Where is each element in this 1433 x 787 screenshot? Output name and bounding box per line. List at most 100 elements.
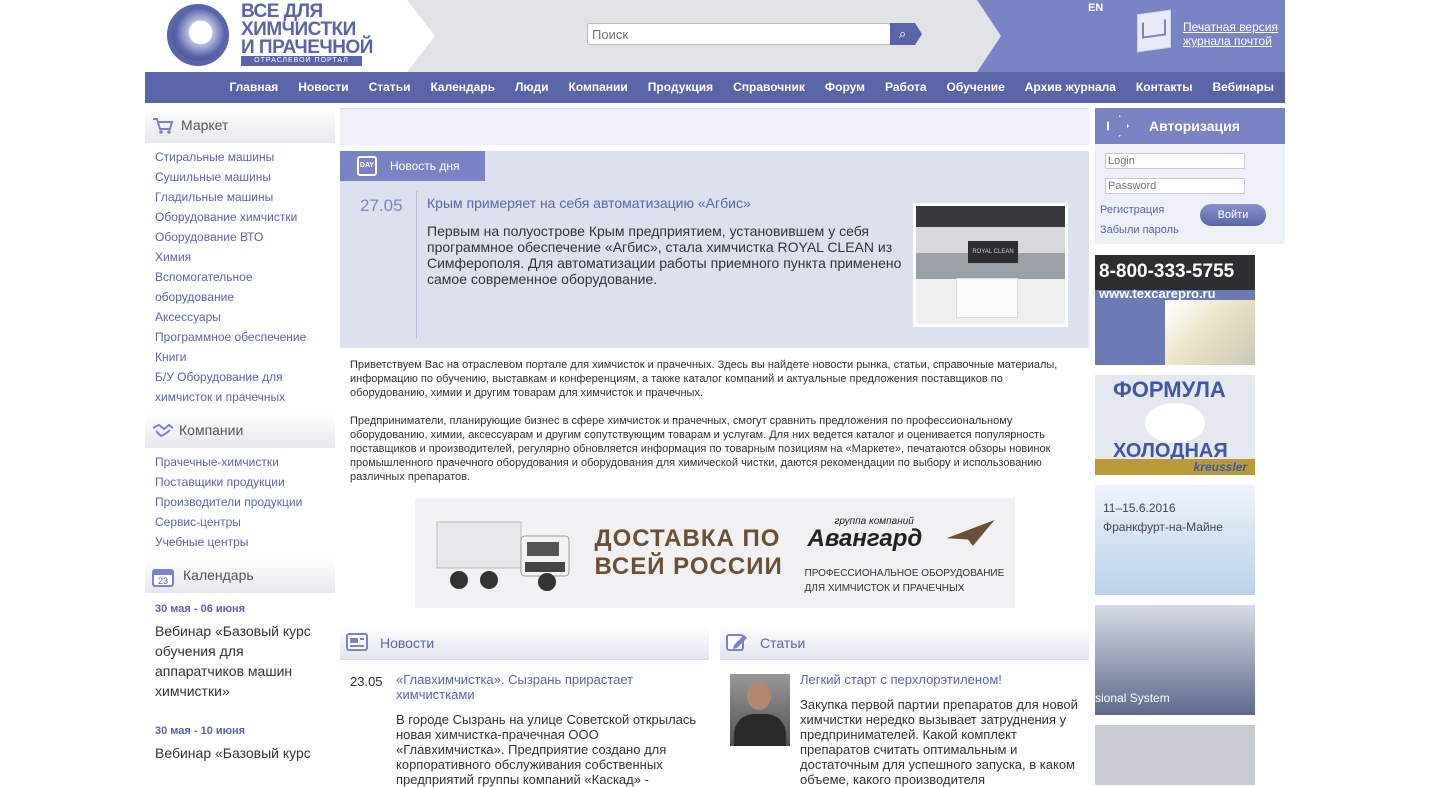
- market-item[interactable]: Химия: [155, 247, 335, 267]
- nav-item-calendar[interactable]: Календарь: [430, 72, 495, 103]
- news-header[interactable]: Новости: [340, 625, 709, 660]
- market-item[interactable]: Программное обеспечение: [155, 327, 335, 347]
- header: ВСЕ ДЛЯ ХИМЧИСТКИ И ПРАЧЕЧНОЙ ОТРАСЛЕВОЙ…: [145, 0, 1285, 72]
- calendar-event[interactable]: 30 мая - 06 июня Вебинар «Базовый курс о…: [145, 593, 335, 701]
- market-item[interactable]: химчисток и прачечных: [155, 387, 335, 407]
- handshake-icon: [152, 423, 174, 438]
- intro-text: Приветствуем Вас на отраслевом портале д…: [340, 348, 1089, 484]
- pen-note-icon: [726, 634, 747, 651]
- calendar-title: Календарь: [183, 567, 254, 583]
- equipment-ad[interactable]: [1095, 725, 1255, 785]
- articles-header[interactable]: Статьи: [720, 625, 1089, 660]
- author-photo[interactable]: [730, 674, 790, 746]
- search-icon: ⌕: [899, 26, 907, 41]
- companies-item[interactable]: Прачечные-химчистки: [155, 452, 335, 472]
- truck-icon: [436, 521, 569, 591]
- nav-item-people[interactable]: Люди: [515, 72, 549, 103]
- nav-item-jobs[interactable]: Работа: [885, 72, 927, 103]
- kreussler-ad[interactable]: ФОРМУЛА ХОЛОДНАЯ kreussler: [1095, 375, 1255, 475]
- print-version-link[interactable]: Печатная версия журнала почтой: [1183, 20, 1278, 48]
- main-nav: Главная Новости Статьи Календарь Люди Ко…: [145, 72, 1285, 103]
- market-item[interactable]: Оборудование химчистки: [155, 207, 335, 227]
- market-item[interactable]: Сушильные машины: [155, 167, 335, 187]
- market-header[interactable]: Маркет: [145, 108, 335, 143]
- companies-item[interactable]: Поставщики продукции: [155, 472, 335, 492]
- ad-dates: 11–15.6.2016: [1103, 501, 1176, 515]
- sheet-image: [1165, 300, 1255, 365]
- language-switch[interactable]: EN: [1088, 2, 1103, 14]
- forgot-password-link[interactable]: Забыли пароль: [1100, 224, 1179, 236]
- calendar-icon: 23: [152, 569, 174, 587]
- logo-emblem-icon: [167, 4, 229, 66]
- nav-item-news[interactable]: Новости: [298, 72, 348, 103]
- market-item[interactable]: Б/У Оборудование для: [155, 367, 335, 387]
- face-shape: [747, 682, 771, 710]
- market-item[interactable]: Вспомогательное: [155, 267, 335, 287]
- print-link-line-2: журнала почтой: [1183, 34, 1272, 48]
- companies-item[interactable]: Учебные центры: [155, 532, 335, 552]
- event-date: 30 мая - 10 июня: [155, 725, 246, 737]
- news-of-day-title[interactable]: Крым примеряет на себя автоматизацию «Аг…: [427, 195, 751, 211]
- logo-text: ВСЕ ДЛЯ ХИМЧИСТКИ И ПРАЧЕЧНОЙ: [241, 2, 373, 58]
- market-item[interactable]: Стиральные машины: [155, 147, 335, 167]
- companies-title: Компании: [179, 422, 244, 438]
- nav-item-directory[interactable]: Справочник: [733, 72, 805, 103]
- companies-item[interactable]: Производители продукции: [155, 492, 335, 512]
- nav-item-companies[interactable]: Компании: [569, 72, 628, 103]
- login-button[interactable]: Войти: [1200, 204, 1266, 226]
- reception-desk: [956, 278, 1018, 318]
- news-of-day: DAY Новость дня 27.05 Крым примеряет на …: [340, 151, 1089, 348]
- store-sign: ROYAL CLEAN: [968, 241, 1018, 263]
- nav-item-articles[interactable]: Статьи: [369, 72, 411, 103]
- texcare-ad[interactable]: 8-800-333-5755 www.texcarepro.ru: [1095, 255, 1255, 365]
- market-item[interactable]: Книги: [155, 347, 335, 367]
- ad-formula: ФОРМУЛА: [1113, 377, 1226, 402]
- paper-plane-icon: [946, 520, 995, 546]
- market-item[interactable]: Оборудование ВТО: [155, 227, 335, 247]
- login-input[interactable]: [1105, 153, 1245, 169]
- news-excerpt: В городе Сызрань на улице Советской откр…: [396, 712, 697, 787]
- market-menu: Стиральные машины Сушильные машины Глади…: [145, 143, 335, 411]
- ad-city: Франкфурт-на-Майне: [1103, 520, 1223, 534]
- ad-website: www.texcarepro.ru: [1099, 286, 1216, 301]
- companies-header[interactable]: Компании: [145, 413, 335, 448]
- avangard-banner[interactable]: ДОСТАВКА ПО ВСЕЙ РОССИИ группа компаний …: [414, 498, 1015, 608]
- event-title[interactable]: Вебинар «Базовый курс: [155, 743, 325, 763]
- article-excerpt: Закупка первой партии препаратов для нов…: [800, 697, 1078, 787]
- password-input[interactable]: [1105, 178, 1245, 194]
- news-of-day-image[interactable]: ROYAL CLEAN: [913, 203, 1068, 327]
- search-input[interactable]: [588, 24, 886, 44]
- market-item[interactable]: Аксессуары: [155, 307, 335, 327]
- companies-menu: Прачечные-химчистки Поставщики продукции…: [145, 448, 335, 556]
- nav-item-products[interactable]: Продукция: [648, 72, 713, 103]
- nav-item-webinars[interactable]: Вебинары: [1213, 72, 1274, 103]
- day-icon: DAY: [357, 156, 377, 176]
- market-item[interactable]: оборудование: [155, 287, 335, 307]
- article-headline[interactable]: Легкий старт с перхлорэтиленом!: [800, 672, 1089, 687]
- market-item[interactable]: Гладильные машины: [155, 187, 335, 207]
- nav-item-contacts[interactable]: Контакты: [1136, 72, 1193, 103]
- nav-item-training[interactable]: Обучение: [947, 72, 1005, 103]
- laundry-system-ad[interactable]: sional System: [1095, 605, 1255, 715]
- register-link[interactable]: Регистрация: [1100, 204, 1164, 216]
- logo[interactable]: ВСЕ ДЛЯ ХИМЧИСТКИ И ПРАЧЕЧНОЙ ОТРАСЛЕВОЙ…: [145, 0, 407, 72]
- event-title[interactable]: Вебинар «Базовый курс обучения для аппар…: [155, 621, 325, 701]
- texcare-fair-ad[interactable]: 11–15.6.2016 Франкфурт-на-Майне: [1095, 485, 1255, 595]
- logo-line-3: И ПРАЧЕЧНОЙ: [241, 37, 373, 58]
- search-button[interactable]: ⌕: [890, 23, 922, 45]
- nav-item-forum[interactable]: Форум: [825, 72, 865, 103]
- calendar-header[interactable]: 23 Календарь: [145, 558, 335, 593]
- nav-item-archive[interactable]: Архив журнала: [1025, 72, 1116, 103]
- magazine-envelope-icon[interactable]: [1137, 9, 1171, 53]
- calendar-event[interactable]: 30 мая - 10 июня Вебинар «Базовый курс: [145, 701, 335, 763]
- search-box: [587, 23, 891, 45]
- companies-item[interactable]: Сервис-центры: [155, 512, 335, 532]
- news-headline[interactable]: «Главхимчистка». Сызрань прирастает химч…: [396, 672, 709, 702]
- right-sidebar: Авторизация Регистрация Забыли пароль Во…: [1095, 108, 1285, 785]
- page: ВСЕ ДЛЯ ХИМЧИСТКИ И ПРАЧЕЧНОЙ ОТРАСЛЕВОЙ…: [145, 0, 1285, 787]
- list-item: 23.05 «Главхимчистка». Сызрань прирастае…: [340, 660, 709, 787]
- banner-line-1: ДОСТАВКА ПО: [594, 525, 781, 552]
- banner-headline: ДОСТАВКА ПО ВСЕЙ РОССИИ: [595, 525, 783, 581]
- nav-item-home[interactable]: Главная: [229, 72, 278, 103]
- intro-paragraph-2: Предприниматели, планирующие бизнес в сф…: [350, 415, 1051, 483]
